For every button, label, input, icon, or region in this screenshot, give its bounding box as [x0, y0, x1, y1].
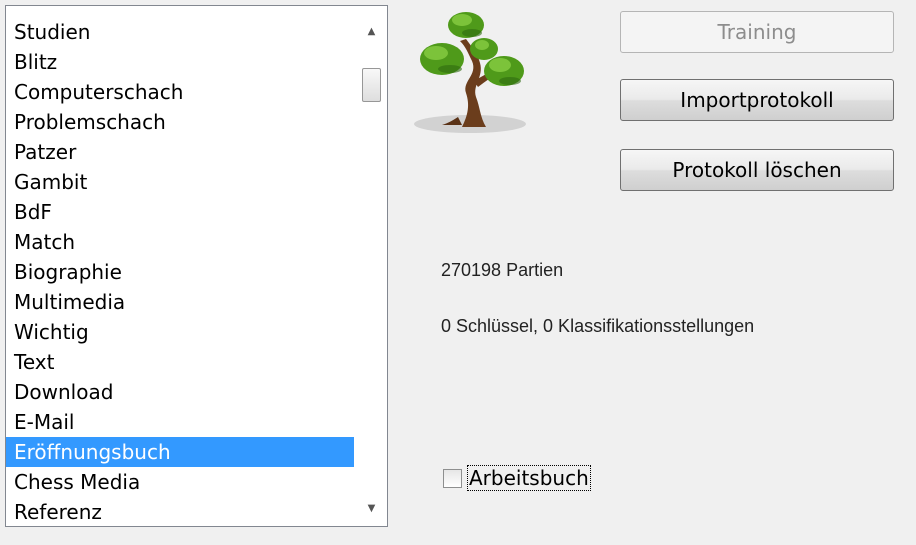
list-item[interactable]: Eröffnungsbuch: [6, 437, 354, 467]
list-item[interactable]: Biographie: [6, 257, 354, 287]
keys-count-text: 0 Schlüssel, 0 Klassifikationsstellungen: [441, 316, 755, 336]
list-scrollbar[interactable]: ▲ ▼: [356, 6, 387, 526]
list-item[interactable]: Multimedia: [6, 287, 354, 317]
working-book-label[interactable]: Arbeitsbuch: [467, 465, 591, 491]
working-book-checkbox[interactable]: [443, 468, 462, 488]
scroll-up-arrow-icon[interactable]: ▲: [356, 16, 387, 46]
list-item[interactable]: Gambit: [6, 167, 354, 197]
list-item[interactable]: Problemschach: [6, 107, 354, 137]
scroll-thumb[interactable]: [362, 68, 381, 102]
category-listbox[interactable]: Studien Blitz Computerschach Problemscha…: [5, 5, 388, 527]
list-item[interactable]: Chess Media: [6, 467, 354, 497]
list-item[interactable]: Match: [6, 227, 354, 257]
list-item[interactable]: Referenz: [6, 497, 354, 526]
list-item[interactable]: Wichtig: [6, 317, 354, 347]
category-list: Studien Blitz Computerschach Problemscha…: [6, 17, 354, 526]
list-item[interactable]: Computerschach: [6, 77, 354, 107]
list-item[interactable]: E-Mail: [6, 407, 354, 437]
list-item[interactable]: Blitz: [6, 47, 354, 77]
working-book-option[interactable]: Arbeitsbuch: [443, 465, 591, 491]
bonsai-tree-icon: [414, 12, 526, 133]
list-item[interactable]: Text: [6, 347, 354, 377]
list-item[interactable]: Download: [6, 377, 354, 407]
delete-log-button[interactable]: Protokoll löschen: [620, 149, 894, 191]
list-item[interactable]: Studien: [6, 17, 354, 47]
list-item[interactable]: BdF: [6, 197, 354, 227]
game-count-text: 270198 Partien: [441, 260, 564, 280]
training-button[interactable]: Training: [620, 11, 894, 53]
scroll-down-arrow-icon[interactable]: ▼: [356, 493, 387, 523]
import-log-button[interactable]: Importprotokoll: [620, 79, 894, 121]
list-item[interactable]: Patzer: [6, 137, 354, 167]
